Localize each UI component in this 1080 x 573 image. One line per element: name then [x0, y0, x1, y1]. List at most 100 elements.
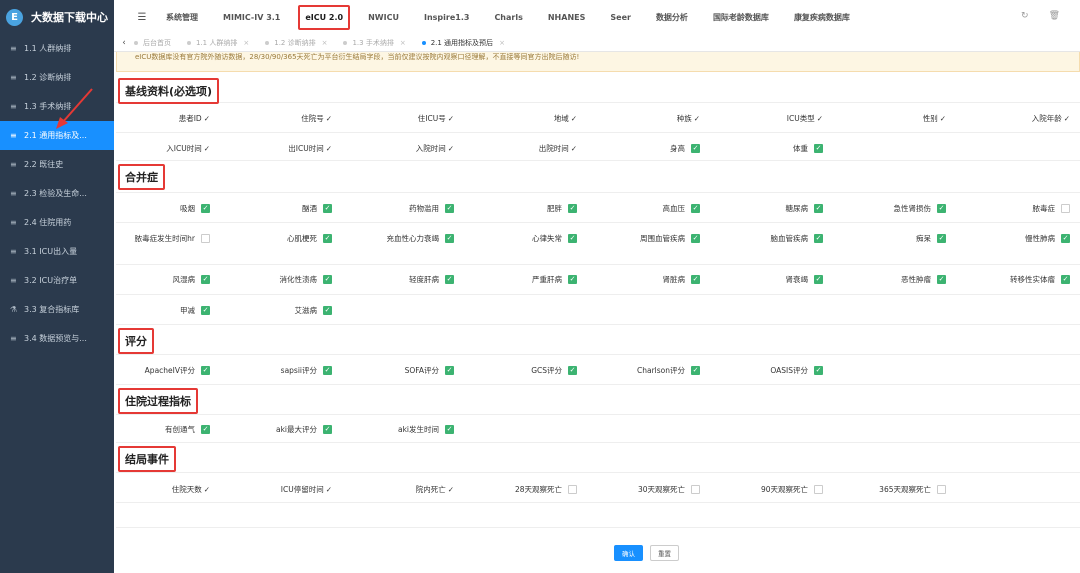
- field-option[interactable]: 周围血管疾病 ✓: [606, 234, 700, 244]
- checkbox-checked-icon[interactable]: ✓: [201, 366, 210, 375]
- field-option[interactable]: 脑血管疾病 ✓: [729, 234, 823, 244]
- field-option[interactable]: 脓毒症发生时间hr: [116, 234, 210, 244]
- checkbox-checked-icon[interactable]: ✓: [445, 425, 454, 434]
- field-option[interactable]: 28天观察死亡: [483, 485, 577, 495]
- sidebar-item[interactable]: ≡ 2.1 通用指标及...: [0, 121, 114, 150]
- checkbox-unchecked-icon[interactable]: [814, 485, 823, 494]
- sidebar-item[interactable]: ≡ 1.2 诊断纳排: [0, 63, 114, 92]
- field-option[interactable]: 住院号 ✓: [238, 114, 332, 124]
- sidebar-item[interactable]: ≡ 1.1 人群纳排: [0, 34, 114, 63]
- checkbox-checked-icon[interactable]: ✓: [814, 366, 823, 375]
- sidebar-item[interactable]: ≡ 2.4 住院用药: [0, 208, 114, 237]
- sidebar-item[interactable]: ≡ 3.2 ICU治疗单: [0, 266, 114, 295]
- field-option[interactable]: 住院天数 ✓: [116, 485, 210, 495]
- checkbox-checked-icon[interactable]: ✓: [814, 204, 823, 213]
- field-option[interactable]: 风湿病 ✓: [116, 275, 210, 285]
- field-option[interactable]: 急性肾损伤 ✓: [852, 204, 946, 214]
- field-option[interactable]: 药物滥用 ✓: [360, 204, 454, 214]
- checkbox-checked-icon[interactable]: ✓: [814, 275, 823, 284]
- checkbox-checked-icon[interactable]: ✓: [323, 366, 332, 375]
- checkbox-checked-icon[interactable]: ✓: [691, 275, 700, 284]
- tab-close-icon[interactable]: ×: [322, 39, 328, 47]
- field-option[interactable]: 住ICU号 ✓: [360, 114, 454, 124]
- checkbox-checked-icon[interactable]: ✓: [691, 234, 700, 243]
- field-option[interactable]: Charlson评分 ✓: [606, 366, 700, 376]
- tab-close-icon[interactable]: ×: [400, 39, 406, 47]
- brand[interactable]: E 大数据下载中心: [0, 0, 114, 34]
- field-option[interactable]: 患者ID ✓: [116, 114, 210, 124]
- checkbox-checked-icon[interactable]: ✓: [445, 234, 454, 243]
- field-option[interactable]: 地域 ✓: [483, 114, 577, 124]
- field-option[interactable]: 高血压 ✓: [606, 204, 700, 214]
- field-option[interactable]: 充血性心力衰竭 ✓: [360, 234, 454, 244]
- checkbox-checked-icon[interactable]: ✓: [691, 366, 700, 375]
- checkbox-checked-icon[interactable]: ✓: [814, 234, 823, 243]
- checkbox-checked-icon[interactable]: ✓: [323, 425, 332, 434]
- field-option[interactable]: 肾脏病 ✓: [606, 275, 700, 285]
- top-nav-item[interactable]: Inspire1.3: [424, 13, 469, 22]
- top-nav-item[interactable]: 康复疾病数据库: [794, 12, 850, 23]
- delete-icon[interactable]: 🗑: [1049, 11, 1060, 21]
- sidebar-item[interactable]: ≡ 2.2 既往史: [0, 150, 114, 179]
- checkbox-checked-icon[interactable]: ✓: [201, 275, 210, 284]
- checkbox-checked-icon[interactable]: ✓: [445, 366, 454, 375]
- top-nav-item[interactable]: NWICU: [368, 13, 399, 22]
- field-option[interactable]: 艾滋病 ✓: [238, 306, 332, 316]
- checkbox-checked-icon[interactable]: ✓: [568, 275, 577, 284]
- checkbox-checked-icon[interactable]: ✓: [568, 234, 577, 243]
- tab-item[interactable]: 2.1 通用指标及预后 ×: [421, 38, 505, 48]
- field-option[interactable]: ICU类型 ✓: [729, 114, 823, 124]
- field-option[interactable]: 甲减 ✓: [116, 306, 210, 316]
- field-option[interactable]: 365天观察死亡: [852, 485, 946, 495]
- sidebar-item[interactable]: ≡ 2.3 检验及生命...: [0, 179, 114, 208]
- field-option[interactable]: 有创通气 ✓: [116, 425, 210, 435]
- refresh-icon[interactable]: ↻: [1021, 11, 1029, 21]
- field-option[interactable]: aki最大评分 ✓: [238, 425, 332, 435]
- checkbox-checked-icon[interactable]: ✓: [323, 275, 332, 284]
- field-option[interactable]: 心肌梗死 ✓: [238, 234, 332, 244]
- checkbox-unchecked-icon[interactable]: [201, 234, 210, 243]
- checkbox-unchecked-icon[interactable]: [1061, 204, 1070, 213]
- field-option[interactable]: 90天观察死亡: [729, 485, 823, 495]
- checkbox-checked-icon[interactable]: ✓: [323, 204, 332, 213]
- field-option[interactable]: 肥胖 ✓: [483, 204, 577, 214]
- checkbox-checked-icon[interactable]: ✓: [1061, 234, 1070, 243]
- sidebar-item[interactable]: ⚗ 3.3 复合指标库: [0, 295, 114, 324]
- checkbox-checked-icon[interactable]: ✓: [445, 204, 454, 213]
- checkbox-unchecked-icon[interactable]: [937, 485, 946, 494]
- sidebar-item[interactable]: ≡ 3.4 数据预览与...: [0, 324, 114, 353]
- field-option[interactable]: 种族 ✓: [606, 114, 700, 124]
- field-option[interactable]: 恶性肿瘤 ✓: [852, 275, 946, 285]
- checkbox-checked-icon[interactable]: ✓: [937, 234, 946, 243]
- field-option[interactable]: 入院年龄 ✓: [976, 114, 1070, 124]
- field-option[interactable]: 脓毒症: [976, 204, 1070, 214]
- field-option[interactable]: 体重 ✓: [729, 144, 823, 154]
- checkbox-checked-icon[interactable]: ✓: [814, 144, 823, 153]
- confirm-button[interactable]: 确认: [614, 545, 643, 561]
- field-option[interactable]: 身高 ✓: [606, 144, 700, 154]
- checkbox-checked-icon[interactable]: ✓: [323, 234, 332, 243]
- top-nav-item[interactable]: Seer: [610, 13, 631, 22]
- field-option[interactable]: ICU停留时间 ✓: [238, 485, 332, 495]
- top-nav-item[interactable]: MIMIC-IV 3.1: [223, 13, 280, 22]
- checkbox-checked-icon[interactable]: ✓: [201, 204, 210, 213]
- checkbox-checked-icon[interactable]: ✓: [1061, 275, 1070, 284]
- field-option[interactable]: 痴呆 ✓: [852, 234, 946, 244]
- field-option[interactable]: 性别 ✓: [852, 114, 946, 124]
- checkbox-checked-icon[interactable]: ✓: [323, 306, 332, 315]
- field-option[interactable]: 严重肝病 ✓: [483, 275, 577, 285]
- top-nav-item[interactable]: eICU 2.0: [298, 4, 350, 30]
- field-option[interactable]: 出ICU时间 ✓: [238, 144, 332, 154]
- field-option[interactable]: 轻度肝病 ✓: [360, 275, 454, 285]
- field-option[interactable]: 心律失常 ✓: [483, 234, 577, 244]
- field-option[interactable]: sapsii评分 ✓: [238, 366, 332, 376]
- chevron-left-icon[interactable]: ‹: [114, 38, 134, 48]
- field-option[interactable]: aki发生时间 ✓: [360, 425, 454, 435]
- top-nav-item[interactable]: NHANES: [548, 13, 586, 22]
- field-option[interactable]: 入院时间 ✓: [360, 144, 454, 154]
- checkbox-checked-icon[interactable]: ✓: [568, 204, 577, 213]
- tab-item[interactable]: 后台首页: [134, 38, 171, 48]
- tab-close-icon[interactable]: ×: [243, 39, 249, 47]
- field-option[interactable]: 出院时间 ✓: [483, 144, 577, 154]
- sidebar-item[interactable]: ≡ 3.1 ICU出入量: [0, 237, 114, 266]
